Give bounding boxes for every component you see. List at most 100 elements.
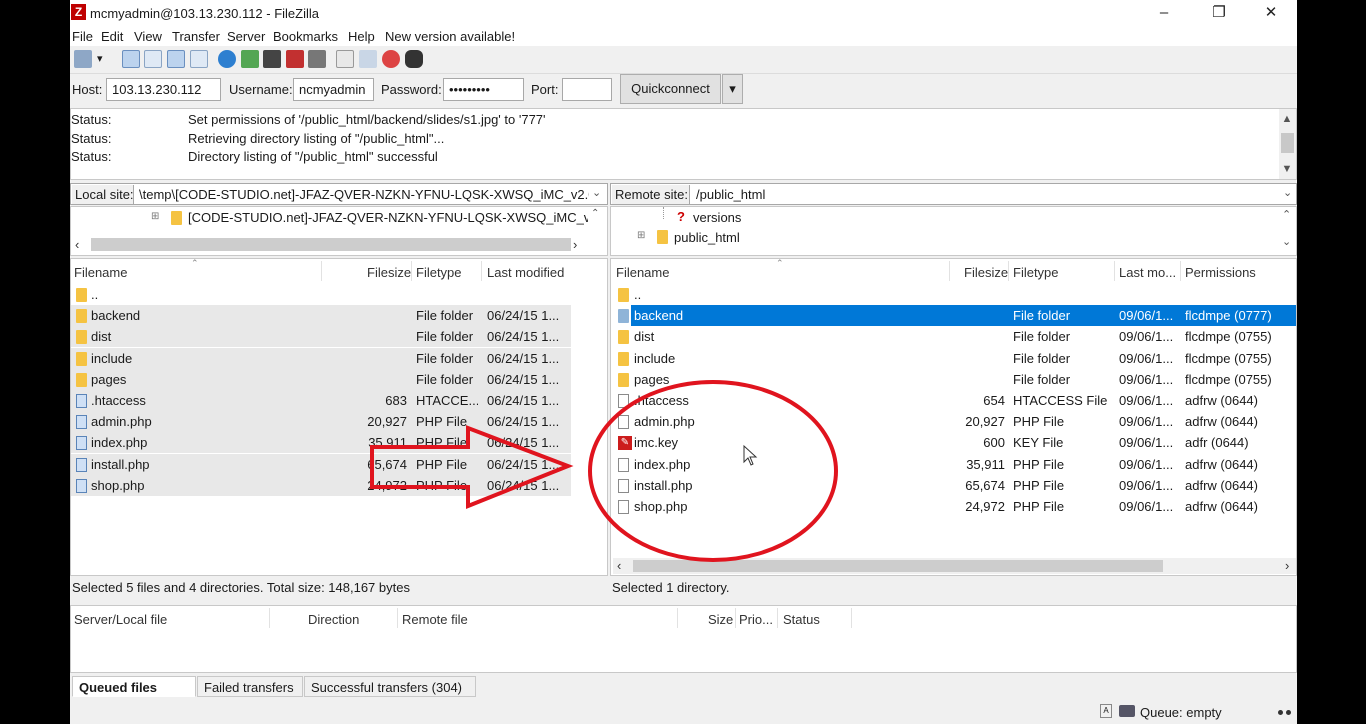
table-row[interactable]: ✎ imc.key 600 KEY File 09/06/1... adfr (0644) xyxy=(611,432,1296,453)
remote-header-filename[interactable]: Filename xyxy=(616,265,669,280)
local-header-last-modified[interactable]: Last modified xyxy=(487,265,564,280)
cancel-icon[interactable] xyxy=(263,50,281,68)
folder-icon xyxy=(171,211,182,225)
queue-header-server-local-file[interactable]: Server/Local file xyxy=(74,612,167,627)
remote-header-permissions[interactable]: Permissions xyxy=(1185,265,1256,280)
local-tree-icon[interactable] xyxy=(144,50,162,68)
table-row[interactable]: backend File folder 06/24/15 1... xyxy=(71,305,571,326)
remote-hscrollbar[interactable]: ‹ › xyxy=(613,558,1296,574)
table-row[interactable]: pages File folder 06/24/15 1... xyxy=(71,369,571,390)
table-row[interactable]: index.php 35,911 PHP File 09/06/1... adfrw (… xyxy=(611,454,1296,475)
menu-edit[interactable]: Edit xyxy=(101,29,123,44)
scroll-thumb[interactable] xyxy=(1281,133,1294,153)
compare-icon[interactable] xyxy=(336,50,354,68)
queue-header-remote-file[interactable]: Remote file xyxy=(402,612,468,627)
table-row[interactable]: pages File folder 09/06/1... flcdmpe (0755) xyxy=(611,369,1296,390)
refresh-icon[interactable] xyxy=(218,50,236,68)
table-row[interactable]: backend File folder 09/06/1... flcdmpe (077… xyxy=(611,305,1296,326)
scroll-up-icon[interactable]: ⌃ xyxy=(1282,208,1291,221)
remote-header-last-modified[interactable]: Last mo... xyxy=(1119,265,1176,280)
remote-header-filetype[interactable]: Filetype xyxy=(1013,265,1059,280)
remote-header-filesize[interactable]: Filesize xyxy=(964,265,1008,280)
scroll-down-icon[interactable]: ⌄ xyxy=(1282,235,1291,248)
password-input[interactable]: ••••••••• xyxy=(443,78,524,101)
table-row[interactable]: dist File folder 06/24/15 1... xyxy=(71,326,571,347)
reconnect-icon[interactable] xyxy=(308,50,326,68)
remote-tree-item-versions[interactable]: versions xyxy=(693,210,741,225)
chevron-down-icon[interactable]: ⌄ xyxy=(592,186,601,199)
scroll-down-icon[interactable]: ▼ xyxy=(1279,161,1295,177)
queue-header-size[interactable]: Size xyxy=(708,612,733,627)
table-row[interactable]: install.php 65,674 PHP File 09/06/1... adfrw… xyxy=(611,475,1296,496)
hscroll-thumb[interactable] xyxy=(633,560,1163,572)
search-icon[interactable] xyxy=(405,50,423,68)
sort-arrow-icon: ⌃ xyxy=(776,258,784,268)
site-manager-icon[interactable] xyxy=(74,50,92,68)
scroll-right-icon[interactable]: › xyxy=(1285,558,1289,573)
table-row[interactable]: install.php 65,674 PHP File 06/24/15 1... xyxy=(71,454,571,475)
menu-server[interactable]: Server xyxy=(227,29,265,44)
scroll-left-icon[interactable]: ‹ xyxy=(75,237,79,252)
dropdown-icon[interactable]: ▾ xyxy=(97,52,103,65)
quickconnect-dropdown-button[interactable]: ▾ xyxy=(722,74,743,104)
remote-path-input[interactable]: /public_html xyxy=(696,187,1196,202)
local-path-input[interactable]: \temp\[CODE-STUDIO.net]-JFAZ-QVER-NZKN-Y… xyxy=(139,187,589,202)
menu-new-version[interactable]: New version available! xyxy=(385,29,515,44)
close-button[interactable]: ✕ xyxy=(1248,2,1294,24)
table-row[interactable]: index.php 35,911 PHP File 06/24/15 1... xyxy=(71,432,571,453)
table-row[interactable]: include File folder 09/06/1... flcdmpe (075… xyxy=(611,348,1296,369)
log-scrollbar[interactable]: ▲ ▼ xyxy=(1279,109,1296,179)
sync-browse-icon[interactable] xyxy=(359,50,377,68)
queue-header-direction[interactable]: Direction xyxy=(308,612,359,627)
port-input[interactable] xyxy=(562,78,612,101)
disconnect-icon[interactable] xyxy=(286,50,304,68)
menu-bookmarks[interactable]: Bookmarks xyxy=(273,29,338,44)
tab-failed-transfers[interactable]: Failed transfers xyxy=(197,676,303,697)
table-row[interactable]: .. xyxy=(71,284,571,305)
scroll-up-icon[interactable]: ⌃ xyxy=(591,208,599,219)
username-input[interactable]: ncmyadmin xyxy=(293,78,374,101)
table-row[interactable]: .htaccess 654 HTACCESS File 09/06/1... adfrw… xyxy=(611,390,1296,411)
remote-tree-item-public-html[interactable]: public_html xyxy=(674,230,740,245)
queue-header-priority[interactable]: Prio... xyxy=(739,612,773,627)
file-size: 20,927 xyxy=(367,414,407,429)
local-header-filename[interactable]: Filename xyxy=(74,265,127,280)
menu-help[interactable]: Help xyxy=(348,29,375,44)
menu-transfer[interactable]: Transfer xyxy=(172,29,220,44)
scroll-left-icon[interactable]: ‹ xyxy=(617,558,621,573)
local-header-filetype[interactable]: Filetype xyxy=(416,265,462,280)
encryption-icon: A xyxy=(1100,704,1112,718)
message-log-icon[interactable] xyxy=(122,50,140,68)
minimize-button[interactable]: – xyxy=(1141,2,1187,24)
scroll-right-icon[interactable]: › xyxy=(573,237,577,252)
expand-icon[interactable]: ⊞ xyxy=(151,211,159,222)
local-header-filesize[interactable]: Filesize xyxy=(367,265,411,280)
chevron-down-icon[interactable]: ⌄ xyxy=(1283,186,1292,199)
table-row[interactable]: shop.php 24,972 PHP File 09/06/1... adfrw (0… xyxy=(611,496,1296,517)
menu-file[interactable]: File xyxy=(72,29,93,44)
table-row[interactable]: .. xyxy=(611,284,1296,305)
host-input[interactable]: 103.13.230.112 xyxy=(106,78,221,101)
queue-icon[interactable] xyxy=(190,50,208,68)
remote-tree-icon[interactable] xyxy=(167,50,185,68)
tab-successful-transfers[interactable]: Successful transfers (304) xyxy=(304,676,476,697)
local-tree-item[interactable]: [CODE-STUDIO.net]-JFAZ-QVER-NZKN-YFNU-LQ… xyxy=(188,210,588,225)
table-row[interactable]: shop.php 24,972 PHP File 06/24/15 1... xyxy=(71,475,571,496)
table-row[interactable]: .htaccess 683 HTACCE... 06/24/15 1... xyxy=(71,390,571,411)
quickconnect-button[interactable]: Quickconnect xyxy=(620,74,721,104)
file-type: File folder xyxy=(1013,308,1071,323)
table-row[interactable]: admin.php 20,927 PHP File 06/24/15 1... xyxy=(71,411,571,432)
filter-icon[interactable] xyxy=(382,50,400,68)
queue-header-status[interactable]: Status xyxy=(783,612,820,627)
maximize-button[interactable]: ❐ xyxy=(1196,2,1242,24)
menu-view[interactable]: View xyxy=(134,29,162,44)
scroll-up-icon[interactable]: ▲ xyxy=(1279,111,1295,127)
table-row[interactable]: dist File folder 09/06/1... flcdmpe (0755) xyxy=(611,326,1296,347)
folder-icon xyxy=(618,309,629,323)
table-row[interactable]: admin.php 20,927 PHP File 09/06/1... adfrw (… xyxy=(611,411,1296,432)
tab-queued-files[interactable]: Queued files xyxy=(72,676,196,697)
expand-icon[interactable]: ⊞ xyxy=(637,230,645,241)
table-row[interactable]: include File folder 06/24/15 1... xyxy=(71,348,571,369)
process-queue-icon[interactable] xyxy=(241,50,259,68)
hscroll-thumb[interactable] xyxy=(91,238,571,251)
